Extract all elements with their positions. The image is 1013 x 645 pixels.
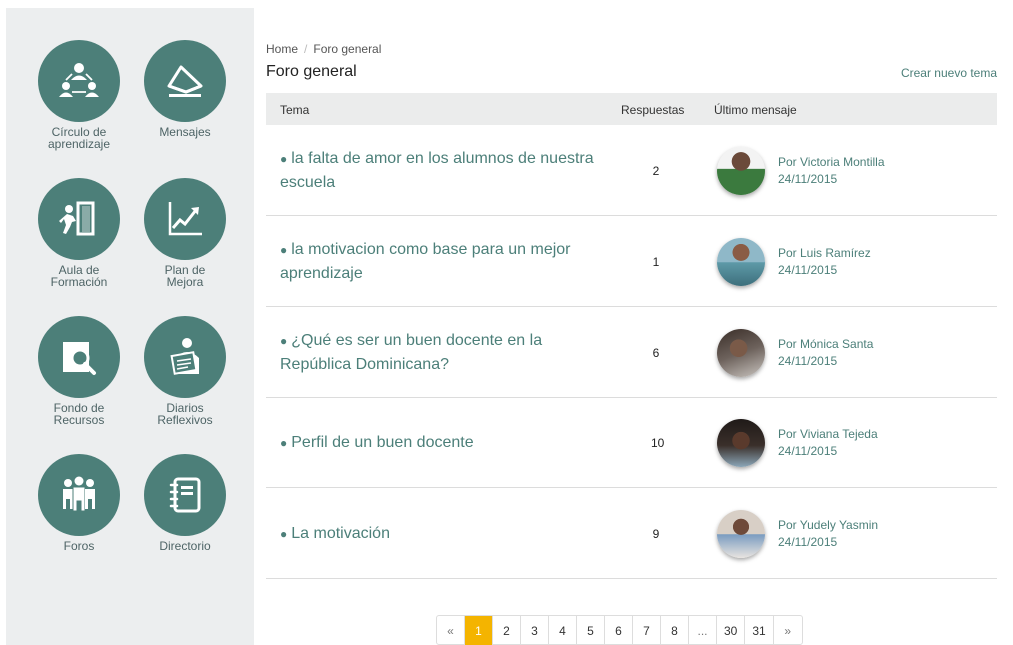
bullet-icon: ● bbox=[280, 435, 288, 450]
message-date: 24/11/2015 bbox=[778, 534, 838, 549]
topic-title: La motivación bbox=[291, 524, 390, 542]
author-name: Por Victoria Montilla bbox=[778, 154, 885, 169]
pagination-page-3[interactable]: 3 bbox=[521, 616, 549, 645]
newspaper-reader-icon bbox=[144, 316, 226, 398]
sidebar-item-label: Aula de Formación bbox=[50, 263, 108, 289]
pagination-page-7[interactable]: 7 bbox=[633, 616, 661, 645]
topic-title: la falta de amor en los alumnos de nuest… bbox=[280, 149, 594, 191]
last-message-author[interactable]: Por Mónica Santa 24/11/2015 bbox=[778, 336, 873, 370]
new-topic-link[interactable]: Crear nuevo tema bbox=[901, 66, 997, 80]
pagination-page-5[interactable]: 5 bbox=[577, 616, 605, 645]
sidebar-item-plan[interactable]: Plan de Mejora bbox=[130, 178, 240, 288]
sidebar-item-directorio[interactable]: Directorio bbox=[130, 454, 240, 552]
sidebar-item-label: Círculo de aprendizaje bbox=[47, 125, 111, 151]
sidebar-item-label: Directorio bbox=[159, 539, 211, 553]
pagination-page-6[interactable]: 6 bbox=[605, 616, 633, 645]
table-row: ● la motivacion como base para un mejor a… bbox=[266, 217, 997, 307]
sidebar-nav: Círculo de aprendizaje Mensajes Aula de … bbox=[6, 8, 254, 645]
topic-link[interactable]: ● la motivacion como base para un mejor a… bbox=[280, 238, 610, 286]
topic-link[interactable]: ● La motivación bbox=[280, 522, 610, 546]
sidebar-item-fondo[interactable]: Fondo de Recursos bbox=[24, 316, 134, 426]
growth-chart-icon bbox=[144, 178, 226, 260]
breadcrumb: Home / Foro general bbox=[266, 42, 381, 56]
sidebar-item-circulo[interactable]: Círculo de aprendizaje bbox=[24, 40, 134, 150]
header-ultimo-mensaje: Último mensaje bbox=[714, 103, 797, 117]
last-message-author[interactable]: Por Luis Ramírez 24/11/2015 bbox=[778, 245, 871, 279]
message-date: 24/11/2015 bbox=[778, 171, 838, 186]
table-header: Tema Respuestas Último mensaje bbox=[266, 93, 997, 125]
reply-count: 10 bbox=[651, 435, 665, 450]
sidebar-item-label: Fondo de Recursos bbox=[53, 401, 105, 427]
header-respuestas: Respuestas bbox=[621, 103, 685, 117]
pagination-prev[interactable]: « bbox=[437, 616, 465, 645]
forum-main: Home / Foro general Foro general Crear nue… bbox=[266, 0, 997, 645]
last-message-author[interactable]: Por Viviana Tejeda 24/11/2015 bbox=[778, 426, 878, 460]
reply-count: 2 bbox=[652, 163, 660, 178]
avatar bbox=[717, 328, 765, 377]
message-date: 24/11/2015 bbox=[778, 353, 838, 368]
topic-link[interactable]: ● la falta de amor en los alumnos de nues… bbox=[280, 147, 610, 195]
sidebar-item-label: Foros bbox=[63, 539, 95, 553]
topic-title: la motivacion como base para un mejor ap… bbox=[280, 240, 571, 282]
pagination-ellipsis: ... bbox=[689, 616, 717, 645]
table-row: ● la falta de amor en los alumnos de nues… bbox=[266, 126, 997, 216]
avatar bbox=[717, 418, 765, 467]
group-people-icon bbox=[38, 454, 120, 536]
sidebar-item-foros[interactable]: Foros bbox=[24, 454, 134, 552]
pagination-next[interactable]: » bbox=[774, 616, 802, 645]
table-row: ● La motivación 9 Por Yudely Yasmin 24/11/… bbox=[266, 489, 997, 579]
avatar bbox=[717, 237, 765, 286]
learning-circle-icon bbox=[38, 40, 120, 122]
pagination: « 1 2 3 4 5 6 7 8 ... 30 31 » bbox=[436, 615, 803, 645]
resource-search-icon bbox=[38, 316, 120, 398]
page-title: Foro general bbox=[266, 63, 357, 80]
avatar bbox=[717, 509, 765, 558]
bullet-icon: ● bbox=[280, 333, 288, 348]
header-tema: Tema bbox=[280, 103, 310, 117]
pagination-page-4[interactable]: 4 bbox=[549, 616, 577, 645]
message-date: 24/11/2015 bbox=[778, 443, 838, 458]
envelope-icon bbox=[144, 40, 226, 122]
avatar bbox=[717, 146, 765, 195]
pagination-page-1[interactable]: 1 bbox=[465, 616, 493, 645]
classroom-door-icon bbox=[38, 178, 120, 260]
breadcrumb-separator: / bbox=[304, 42, 308, 56]
last-message-author[interactable]: Por Victoria Montilla 24/11/2015 bbox=[778, 154, 885, 188]
table-row: ● Perfil de un buen docente 10 Por Vivian… bbox=[266, 398, 997, 488]
table-row: ● ¿Qué es ser un buen docente en la Repúb… bbox=[266, 308, 997, 398]
reply-count: 6 bbox=[652, 345, 660, 360]
sidebar-item-label: Mensajes bbox=[159, 125, 211, 139]
last-message-author[interactable]: Por Yudely Yasmin 24/11/2015 bbox=[778, 517, 878, 551]
author-name: Por Luis Ramírez bbox=[778, 245, 871, 260]
author-name: Por Yudely Yasmin bbox=[778, 517, 879, 532]
topic-title: Perfil de un buen docente bbox=[291, 433, 474, 451]
reply-count: 1 bbox=[652, 254, 660, 269]
breadcrumb-current: Foro general bbox=[313, 42, 382, 56]
sidebar-item-mensajes[interactable]: Mensajes bbox=[130, 40, 240, 138]
breadcrumb-home-link[interactable]: Home bbox=[266, 42, 298, 56]
sidebar-item-aula[interactable]: Aula de Formación bbox=[24, 178, 134, 288]
pagination-page-31[interactable]: 31 bbox=[745, 616, 774, 645]
author-name: Por Mónica Santa bbox=[778, 336, 874, 351]
author-name: Por Viviana Tejeda bbox=[778, 426, 878, 441]
sidebar-item-label: Diarios Reflexivos bbox=[157, 401, 213, 427]
pagination-page-2[interactable]: 2 bbox=[493, 616, 521, 645]
address-book-icon bbox=[144, 454, 226, 536]
topic-title: ¿Qué es ser un buen docente en la Repúbl… bbox=[280, 331, 543, 373]
bullet-icon: ● bbox=[280, 151, 288, 166]
bullet-icon: ● bbox=[280, 242, 288, 257]
message-date: 24/11/2015 bbox=[778, 262, 838, 277]
sidebar-item-label: Plan de Mejora bbox=[164, 263, 206, 289]
reply-count: 9 bbox=[652, 526, 660, 541]
pagination-page-30[interactable]: 30 bbox=[717, 616, 746, 645]
bullet-icon: ● bbox=[280, 526, 288, 541]
sidebar-item-diarios[interactable]: Diarios Reflexivos bbox=[130, 316, 240, 426]
topic-link[interactable]: ● ¿Qué es ser un buen docente en la Repúb… bbox=[280, 329, 610, 377]
topic-link[interactable]: ● Perfil de un buen docente bbox=[280, 431, 610, 455]
pagination-page-8[interactable]: 8 bbox=[661, 616, 689, 645]
